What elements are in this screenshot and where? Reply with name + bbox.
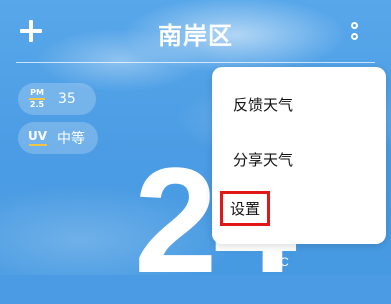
uv-icon: UV [28, 130, 47, 146]
uv-icon-line [28, 144, 47, 146]
menu-item-feedback-weather[interactable]: 反馈天气 [233, 94, 293, 115]
uv-value: 中等 [57, 131, 86, 147]
menu-item-settings[interactable]: 设置 [220, 191, 270, 226]
more-options-button[interactable] [348, 22, 362, 42]
pm-icon-bottom: 2.5 [29, 100, 45, 109]
pm25-icon: PM 2.5 [28, 88, 46, 110]
dot-icon [351, 33, 358, 40]
top-bar: 南岸区 [0, 0, 391, 62]
options-popup-menu: 反馈天气 分享天气 设置 [212, 67, 386, 244]
header-divider [16, 62, 375, 63]
uv-icon-text: UV [28, 129, 48, 143]
temperature-detail: 28°C [262, 255, 289, 269]
pm-icon-top: PM [30, 88, 44, 97]
pm25-chip[interactable]: PM 2.5 35 [18, 83, 96, 115]
dot-icon [351, 22, 358, 29]
pm25-value: 35 [58, 91, 76, 107]
menu-item-share-weather[interactable]: 分享天气 [233, 149, 293, 170]
city-title: 南岸区 [158, 22, 233, 50]
uv-chip[interactable]: UV 中等 [18, 122, 98, 154]
